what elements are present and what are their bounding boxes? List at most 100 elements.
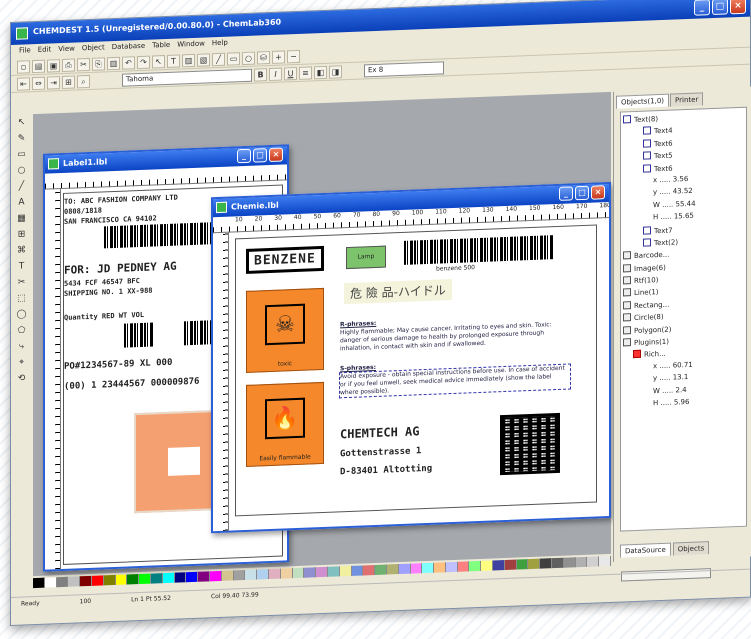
color-swatch[interactable]: [304, 567, 317, 578]
group-icon[interactable]: ⊞: [62, 75, 75, 89]
menu-view[interactable]: View: [58, 45, 75, 56]
circle-tool-icon[interactable]: ○: [242, 51, 255, 65]
cut-icon[interactable]: ✂: [77, 57, 90, 71]
color-swatch[interactable]: [351, 565, 364, 576]
print-icon[interactable]: ⎙: [62, 58, 75, 72]
line-tool-icon[interactable]: ╱: [212, 52, 225, 66]
color-swatch[interactable]: [186, 571, 199, 583]
color-swatch[interactable]: [386, 564, 399, 575]
italic-icon[interactable]: I: [269, 67, 282, 81]
redo-icon[interactable]: ↷: [137, 55, 150, 69]
align-left-icon[interactable]: ⇤: [17, 76, 30, 91]
color-swatch[interactable]: [434, 562, 446, 573]
color-swatch[interactable]: [587, 556, 600, 567]
color-swatch[interactable]: [139, 573, 151, 585]
image-tool-icon[interactable]: ▧: [197, 52, 210, 67]
menu-table[interactable]: Table: [152, 41, 170, 52]
color-swatch[interactable]: [292, 567, 305, 579]
chemie-maximize-button[interactable]: □: [575, 185, 589, 201]
color-swatch[interactable]: [469, 560, 482, 572]
tool-10-icon[interactable]: ✂: [15, 276, 28, 289]
color-swatch[interactable]: [457, 561, 470, 572]
color-swatch[interactable]: [422, 562, 435, 574]
menu-database[interactable]: Database: [112, 42, 145, 53]
color-swatch[interactable]: [516, 559, 529, 570]
color-swatch[interactable]: [245, 569, 258, 580]
barcode-tool-icon[interactable]: ▥: [182, 53, 195, 67]
color-swatch[interactable]: [599, 555, 612, 567]
label1-minimize-button[interactable]: _: [237, 148, 251, 164]
color-swatch[interactable]: [445, 561, 458, 573]
color-swatch[interactable]: [280, 568, 293, 579]
color-swatch[interactable]: [316, 566, 328, 578]
send-back-icon[interactable]: ◨: [329, 64, 342, 79]
chemie-minimize-button[interactable]: _: [559, 186, 573, 201]
undo-icon[interactable]: ↶: [122, 55, 135, 70]
color-swatch[interactable]: [115, 574, 128, 585]
tab-datasource[interactable]: DataSource: [620, 542, 671, 558]
underline-icon[interactable]: U: [284, 66, 297, 80]
label1-close-button[interactable]: ×: [269, 147, 283, 163]
tool-2-icon[interactable]: ▭: [15, 148, 28, 161]
bold-icon[interactable]: B: [254, 67, 267, 82]
menu-object[interactable]: Object: [82, 43, 105, 54]
tab-printer[interactable]: Printer: [670, 92, 704, 107]
open-icon[interactable]: ▤: [32, 59, 45, 73]
color-swatch[interactable]: [339, 565, 352, 577]
font-name-combo[interactable]: Tahoma: [122, 68, 252, 87]
align-center-icon[interactable]: ⇔: [32, 76, 45, 90]
color-swatch[interactable]: [33, 577, 45, 589]
color-swatch[interactable]: [221, 570, 234, 581]
label1-maximize-button[interactable]: □: [253, 148, 267, 163]
color-swatch[interactable]: [68, 576, 81, 587]
find-icon[interactable]: ⌕: [77, 74, 90, 88]
close-button[interactable]: ×: [730, 0, 746, 15]
color-swatch[interactable]: [481, 560, 494, 571]
color-swatch[interactable]: [375, 564, 387, 575]
tool-3-icon[interactable]: ○: [15, 164, 28, 177]
tool-14-icon[interactable]: ⤷: [15, 340, 28, 353]
color-swatch[interactable]: [363, 564, 376, 576]
color-swatch[interactable]: [493, 559, 505, 571]
color-swatch[interactable]: [410, 563, 423, 574]
tab-objects-bottom[interactable]: Objects: [672, 541, 710, 556]
menu-file[interactable]: File: [19, 46, 31, 56]
tool-5-icon[interactable]: A: [15, 196, 28, 209]
align-right-icon[interactable]: ⇥: [47, 75, 60, 90]
tool-13-icon[interactable]: ⬠: [15, 324, 28, 337]
tool-9-icon[interactable]: T: [15, 260, 28, 273]
justify-icon[interactable]: ≡: [299, 65, 312, 80]
tool-8-icon[interactable]: ⌘: [15, 244, 28, 257]
tool-1-icon[interactable]: ✎: [15, 132, 28, 145]
color-swatch[interactable]: [268, 568, 281, 580]
color-swatch[interactable]: [44, 577, 57, 588]
color-swatch[interactable]: [209, 570, 222, 582]
menu-window[interactable]: Window: [177, 40, 205, 51]
tab-objects[interactable]: Objects(1,0): [616, 93, 670, 109]
tool-15-icon[interactable]: ⌖: [15, 356, 28, 369]
color-swatch[interactable]: [563, 557, 576, 568]
menu-help[interactable]: Help: [212, 39, 228, 50]
database-icon[interactable]: ⛁: [257, 50, 270, 65]
font-size-combo[interactable]: Ex 8: [364, 60, 444, 77]
paste-icon[interactable]: ▥: [107, 56, 120, 70]
color-swatch[interactable]: [91, 575, 104, 586]
tool-12-icon[interactable]: ◯: [15, 308, 28, 321]
zoom-out-icon[interactable]: −: [287, 49, 300, 63]
save-icon[interactable]: ▣: [47, 58, 60, 73]
tool-4-icon[interactable]: ╱: [15, 180, 28, 193]
color-swatch[interactable]: [327, 566, 340, 577]
color-swatch[interactable]: [103, 574, 116, 586]
color-swatch[interactable]: [150, 573, 163, 584]
color-swatch[interactable]: [233, 569, 246, 581]
bring-front-icon[interactable]: ◧: [314, 65, 327, 79]
tool-7-icon[interactable]: ⊞: [15, 228, 28, 241]
pointer-icon[interactable]: ↖: [152, 54, 165, 69]
color-swatch[interactable]: [540, 558, 553, 569]
chemie-window[interactable]: Chemie.lbl _ □ × 10 20 30 40 50 60 70 80 90 100 11…: [211, 181, 611, 534]
new-icon[interactable]: ▫: [17, 59, 30, 74]
rect-tool-icon[interactable]: ▭: [227, 51, 240, 66]
color-swatch[interactable]: [162, 572, 175, 584]
chemie-close-button[interactable]: ×: [591, 185, 605, 200]
color-swatch[interactable]: [198, 571, 210, 582]
